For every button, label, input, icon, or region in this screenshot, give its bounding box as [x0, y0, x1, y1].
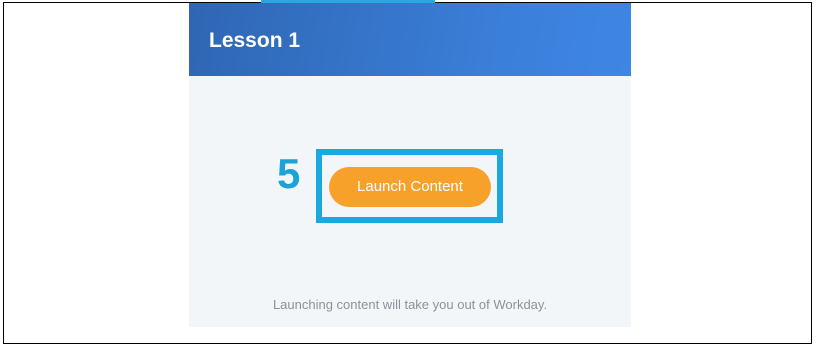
- step-number-annotation: 5: [277, 150, 301, 197]
- launch-content-button[interactable]: Launch Content: [329, 167, 491, 207]
- lesson-header: Lesson 1: [189, 3, 631, 76]
- lesson-title: Lesson 1: [209, 29, 301, 52]
- launch-note: Launching content will take you out of W…: [272, 297, 548, 312]
